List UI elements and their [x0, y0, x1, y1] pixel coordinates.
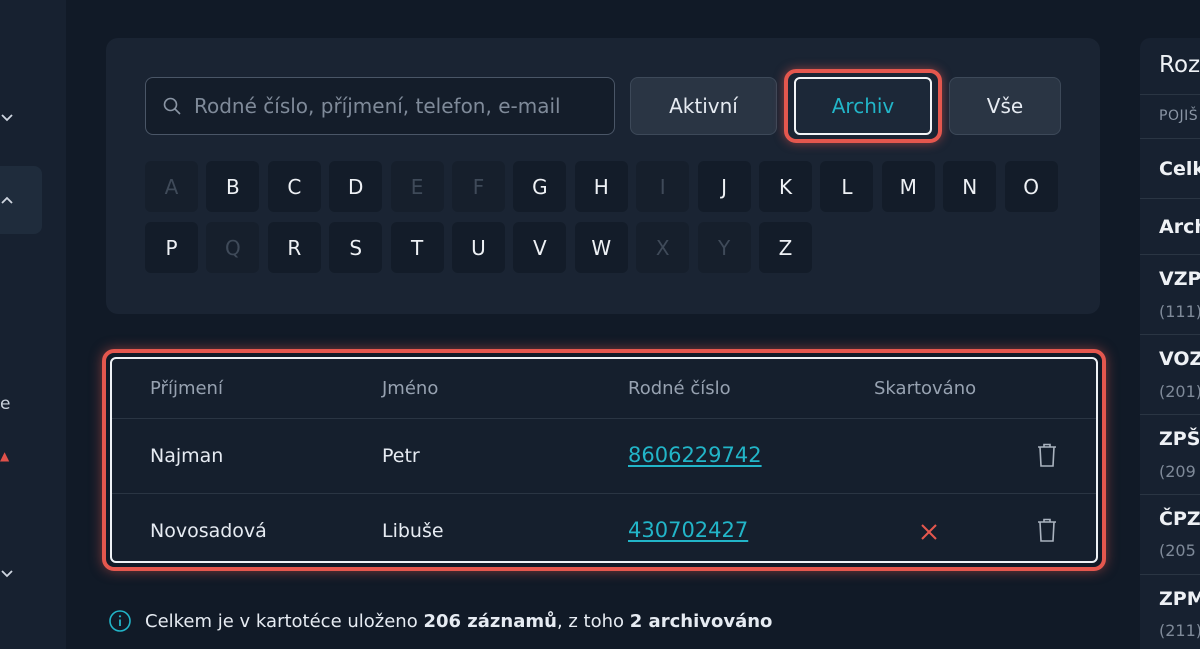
letter-filter-t[interactable]: T	[390, 222, 444, 273]
search-input[interactable]	[194, 78, 604, 133]
table-header: Příjmení Jméno Rodné číslo Skartováno	[112, 359, 1096, 419]
letter-filter-m[interactable]: M	[881, 161, 935, 212]
letter-filter-l[interactable]: L	[820, 161, 874, 212]
panel-item-count: (111)	[1159, 302, 1200, 321]
letter-filter-o[interactable]: O	[1004, 161, 1058, 212]
cell-surname: Najman	[150, 445, 224, 467]
letter-filter-b[interactable]: B	[206, 161, 260, 212]
panel-title: Roz	[1159, 52, 1200, 78]
results-table: Příjmení Jméno Rodné číslo Skartováno Na…	[110, 357, 1098, 563]
records-summary: Celkem je v kartotéce uloženo 206 záznam…	[108, 608, 772, 634]
letter-filter-e: E	[390, 161, 444, 212]
panel-item-total[interactable]: Celk	[1159, 158, 1200, 180]
insurance-breakdown-panel: Roz POJIŠ Celk Arch VZP (111) VOZ (201) …	[1140, 38, 1200, 649]
panel-item-count: (211)	[1159, 621, 1200, 640]
chevron-down-icon[interactable]	[0, 111, 14, 125]
divider	[1140, 254, 1200, 255]
panel-item-count: (201)	[1159, 382, 1200, 401]
results-table-highlight: Příjmení Jméno Rodné číslo Skartováno Na…	[102, 349, 1106, 571]
column-header-birth-number[interactable]: Rodné číslo	[628, 378, 731, 399]
birth-number-link[interactable]: 430702427	[628, 518, 748, 542]
letter-filter-d[interactable]: D	[329, 161, 383, 212]
search-icon	[163, 97, 181, 115]
letter-filter-x: X	[636, 222, 690, 273]
left-sidebar: e ▲	[0, 0, 66, 649]
cell-name: Petr	[382, 445, 420, 467]
divider	[1140, 414, 1200, 415]
panel-item-vzp[interactable]: VZP	[1159, 268, 1200, 290]
panel-item-cpz[interactable]: ČPZ	[1159, 508, 1200, 530]
letter-filter-c[interactable]: C	[267, 161, 321, 212]
filter-archive-button[interactable]: Archiv	[794, 77, 932, 135]
letter-filter-g[interactable]: G	[513, 161, 567, 212]
shredded-x-icon	[921, 524, 937, 540]
divider	[1140, 494, 1200, 495]
letter-filter-i: I	[636, 161, 690, 212]
panel-item-count: (209	[1159, 462, 1196, 481]
letter-filter-f: F	[452, 161, 505, 212]
panel-item-archive[interactable]: Arch	[1159, 216, 1200, 238]
letter-filter-u[interactable]: U	[452, 222, 505, 273]
panel-item-count: (205	[1159, 541, 1196, 560]
panel-subtitle: POJIŠ	[1159, 108, 1199, 124]
divider	[1140, 94, 1200, 95]
filter-card: Aktivní Archiv Vše ABCDEFGHIJKLMNO PQRSTU…	[106, 38, 1100, 314]
alert-icon: ▲	[0, 449, 10, 463]
divider	[1140, 334, 1200, 335]
column-header-name[interactable]: Jméno	[382, 378, 438, 399]
divider	[1140, 574, 1200, 575]
sidebar-item-label[interactable]: e	[0, 394, 10, 414]
letter-filter-a: A	[145, 161, 198, 212]
cell-name: Libuše	[382, 520, 444, 542]
archive-button-highlight: Archiv	[784, 69, 942, 143]
birth-number-link[interactable]: 8606229742	[628, 443, 762, 467]
info-icon	[109, 610, 131, 632]
divider	[1140, 198, 1200, 199]
column-header-surname[interactable]: Příjmení	[150, 378, 223, 399]
trash-icon[interactable]	[1036, 442, 1058, 468]
letter-filter-n[interactable]: N	[943, 161, 997, 212]
table-row[interactable]: Novosadová Libuše 430702427	[112, 494, 1096, 561]
filter-all-button[interactable]: Vše	[949, 77, 1061, 135]
column-header-shredded[interactable]: Skartováno	[874, 378, 976, 399]
letter-filter-w[interactable]: W	[574, 222, 628, 273]
cell-surname: Novosadová	[150, 520, 267, 542]
summary-total: 206 záznamů	[423, 610, 557, 632]
summary-prefix: Celkem je v kartotéce uloženo	[145, 610, 424, 632]
chevron-down-icon[interactable]	[0, 567, 14, 581]
letter-filter-j[interactable]: J	[697, 161, 751, 212]
filter-active-button[interactable]: Aktivní	[630, 77, 777, 135]
letter-filter-s[interactable]: S	[329, 222, 383, 273]
letter-filter-h[interactable]: H	[574, 161, 628, 212]
trash-icon[interactable]	[1036, 517, 1058, 543]
table-row[interactable]: Najman Petr 8606229742	[112, 419, 1096, 494]
letter-filter-v[interactable]: V	[513, 222, 567, 273]
letter-filter-q: Q	[206, 222, 260, 273]
chevron-up-icon[interactable]	[0, 193, 14, 207]
summary-middle: , z toho	[556, 610, 630, 632]
letter-filter-r[interactable]: R	[267, 222, 321, 273]
panel-item-zpm[interactable]: ZPM	[1159, 588, 1200, 610]
letter-filter-y: Y	[697, 222, 751, 273]
divider	[1140, 138, 1200, 139]
panel-item-zps[interactable]: ZPŠ	[1159, 428, 1200, 450]
letter-filter-z[interactable]: Z	[759, 222, 812, 273]
panel-item-voz[interactable]: VOZ	[1159, 348, 1200, 370]
summary-archived: 2 archivováno	[629, 610, 773, 632]
letter-filter-k[interactable]: K	[759, 161, 812, 212]
search-box[interactable]	[145, 77, 615, 135]
letter-filter-p[interactable]: P	[145, 222, 198, 273]
